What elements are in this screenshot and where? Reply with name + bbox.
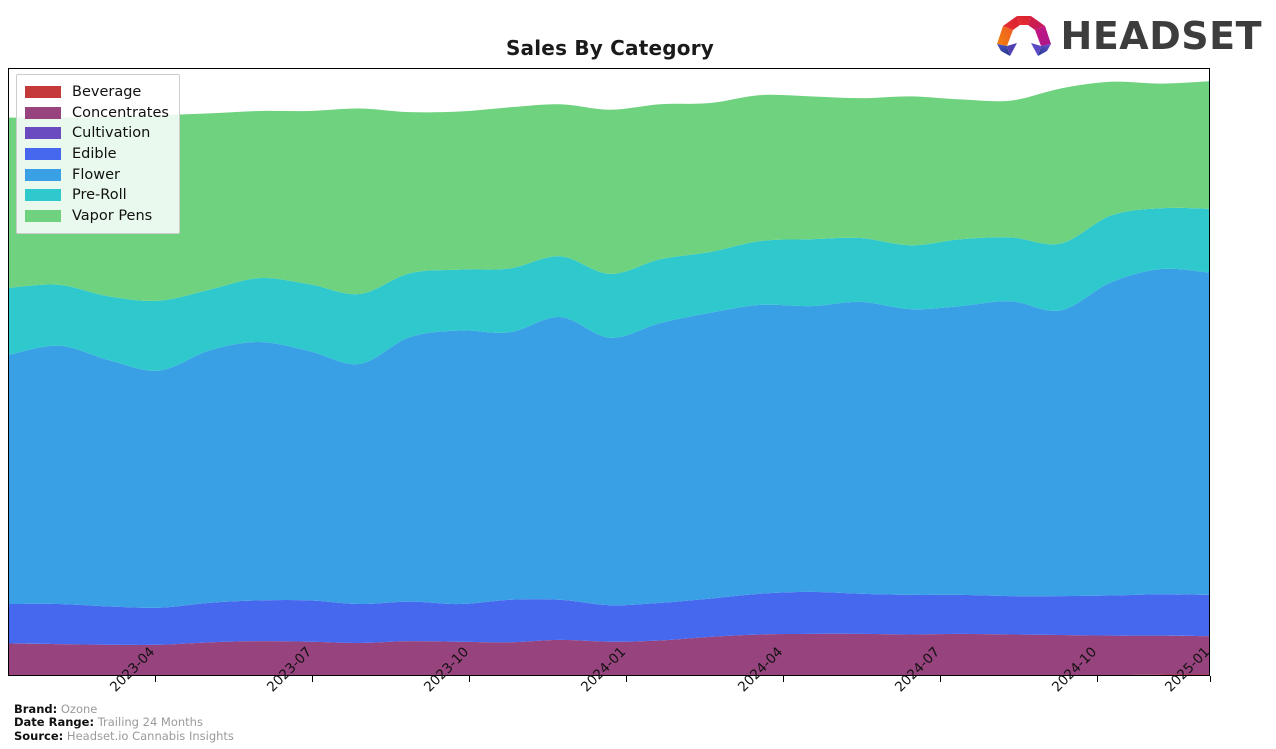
legend-item-label: Vapor Pens (72, 207, 153, 224)
footer-row: Date Range: Trailing 24 Months (14, 715, 234, 730)
chart-page: Sales By Category HEADSET Beverage Conce… (0, 0, 1276, 749)
x-axis-tick-mark (469, 676, 470, 682)
logo-wordmark: HEADSET (1060, 14, 1262, 58)
legend-color-swatch (25, 168, 61, 181)
footer-label: Brand: (14, 701, 58, 716)
footer-value: Trailing 24 Months (94, 715, 203, 729)
chart-footer: Brand: Ozone Date Range: Trailing 24 Mont… (14, 701, 234, 744)
legend-item[interactable]: Concentrates (25, 103, 169, 124)
x-axis-tick-mark (940, 676, 941, 682)
legend-color-swatch (25, 189, 61, 202)
x-axis-tick-mark (312, 676, 313, 682)
legend-item-label: Flower (72, 166, 120, 183)
x-axis-tick-mark (626, 676, 627, 682)
legend-item-label: Pre-Roll (72, 187, 127, 204)
chart-legend: Beverage Concentrates Cultivation Edible Flo… (16, 74, 180, 235)
x-axis-tick-mark (783, 676, 784, 682)
legend-item[interactable]: Cultivation (25, 123, 169, 144)
x-axis-tick-mark (1210, 676, 1211, 682)
footer-row: Source: Headset.io Cannabis Insights (14, 728, 234, 744)
legend-item-label: Edible (72, 146, 117, 163)
footer-value: Ozone (57, 701, 98, 716)
legend-color-swatch (25, 209, 61, 222)
legend-color-swatch (25, 148, 61, 161)
legend-color-swatch (25, 106, 61, 119)
legend-item-label: Cultivation (72, 125, 151, 142)
x-axis-tick-mark (155, 676, 156, 682)
legend-item[interactable]: Flower (25, 164, 169, 185)
legend-color-swatch (25, 86, 61, 99)
footer-value: Headset.io Cannabis Insights (63, 728, 234, 743)
footer-label: Date Range: (14, 715, 95, 729)
legend-item-label: Beverage (72, 84, 142, 101)
stacked-area-svg (9, 81, 1209, 675)
footer-label: Source: (14, 728, 64, 743)
footer-row: Brand: Ozone (14, 701, 234, 717)
legend-item[interactable]: Beverage (25, 82, 169, 103)
legend-item[interactable]: Pre-Roll (25, 185, 169, 206)
headset-horseshoe-logo-icon (996, 16, 1051, 56)
legend-color-swatch (25, 127, 61, 140)
legend-item-label: Concentrates (72, 104, 169, 121)
chart-plot-area (8, 68, 1210, 676)
legend-item[interactable]: Edible (25, 144, 169, 165)
legend-item[interactable]: Vapor Pens (25, 206, 169, 227)
headset-logo: HEADSET (993, 12, 1262, 60)
x-axis-tick-mark (1097, 676, 1098, 682)
